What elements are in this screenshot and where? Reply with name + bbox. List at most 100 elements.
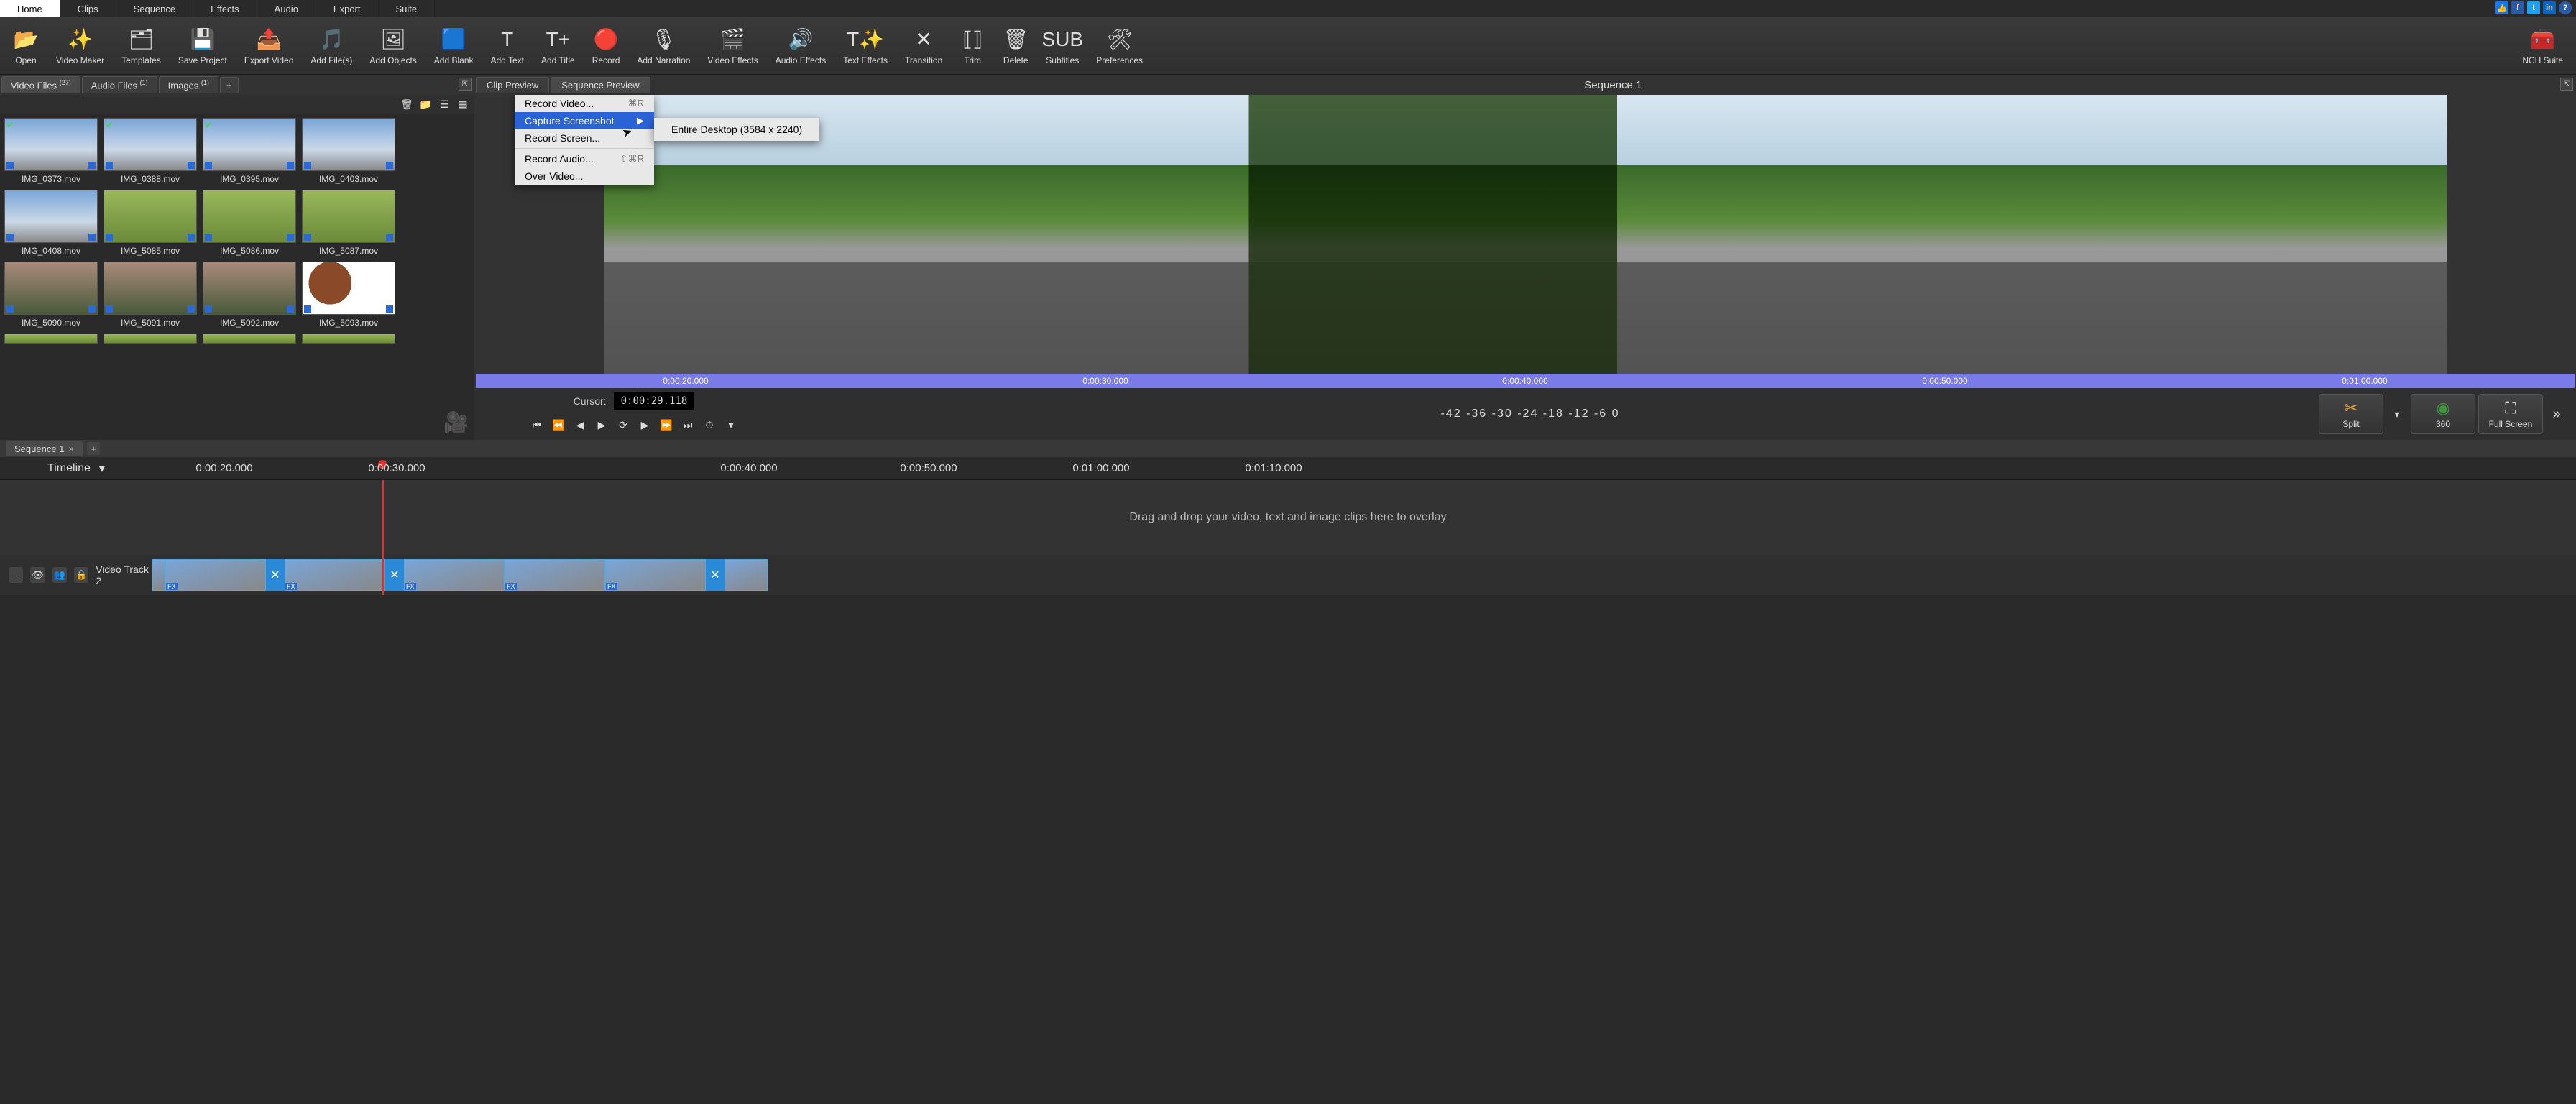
twitter-icon[interactable]: t xyxy=(2527,1,2540,14)
timeline-ruler[interactable]: 0:00:20.0000:00:30.0000:00:40.0000:00:50… xyxy=(152,457,2576,479)
menu-tab-clips[interactable]: Clips xyxy=(60,0,116,17)
list-view-icon[interactable]: ☰ xyxy=(437,97,451,111)
linkedin-icon[interactable]: in xyxy=(2543,1,2556,14)
transition-icon[interactable]: ✕ xyxy=(266,559,285,591)
tab-images[interactable]: Images (1) xyxy=(159,76,218,93)
menu-tab-home[interactable]: Home xyxy=(0,0,60,17)
step-back-icon[interactable]: ◀ xyxy=(569,414,591,436)
tab-sequence-preview[interactable]: Sequence Preview xyxy=(551,77,650,93)
tab-clip-preview[interactable]: Clip Preview xyxy=(476,77,549,93)
add-files-button[interactable]: 🎵Add File(s) xyxy=(302,24,361,68)
add-sequence-button[interactable]: + xyxy=(87,442,100,455)
tab-video-files[interactable]: Video Files (27) xyxy=(1,76,80,93)
popout-preview-icon[interactable]: ⇱ xyxy=(2560,78,2573,91)
export-video-button[interactable]: 📤Export Video xyxy=(236,24,303,68)
submenu-entire-desktop[interactable]: Entire Desktop (3584 x 2240) xyxy=(654,121,819,138)
timeline-clip[interactable]: FX xyxy=(505,559,605,591)
loop-icon[interactable]: ⟳ xyxy=(612,414,634,436)
tab-audio-files[interactable]: Audio Files (1) xyxy=(82,76,157,93)
next-frame-icon[interactable]: ⏩ xyxy=(656,414,677,436)
media-thumb[interactable] xyxy=(4,334,98,344)
video-maker-button[interactable]: ✨Video Maker xyxy=(47,24,113,68)
track-clips[interactable]: FX ✕ FX ✕ FX FX FX ✕ xyxy=(152,555,2576,595)
media-thumb[interactable]: ✔IMG_0373.mov xyxy=(4,118,98,184)
transition-button[interactable]: ✕Transition xyxy=(896,24,951,68)
media-thumb[interactable] xyxy=(302,334,395,344)
track-lock-icon[interactable]: 🔒 xyxy=(74,567,88,583)
split-dropdown-icon[interactable]: ▾ xyxy=(2386,403,2408,425)
trim-button[interactable]: ⟦⟧Trim xyxy=(951,24,994,68)
record-button[interactable]: 🔴Record xyxy=(584,24,629,68)
speed-dropdown-icon[interactable]: ▾ xyxy=(720,414,742,436)
media-thumb[interactable]: IMG_0408.mov xyxy=(4,190,98,256)
menu-item-record-screen[interactable]: Record Screen... xyxy=(515,129,654,147)
goto-end-icon[interactable]: ⏭ xyxy=(677,414,699,436)
media-thumb[interactable]: IMG_5092.mov xyxy=(203,262,296,328)
facebook-icon[interactable]: f xyxy=(2511,1,2524,14)
overlay-track[interactable]: Drag and drop your video, text and image… xyxy=(0,480,2576,555)
timeline-clip[interactable]: FX xyxy=(404,559,505,591)
timeline-dropdown-icon[interactable]: ▾ xyxy=(99,461,105,476)
menu-item-record-video[interactable]: Record Video...⌘R xyxy=(515,95,654,112)
track-visible-icon[interactable]: 👁 xyxy=(30,567,45,583)
media-thumb[interactable]: ✔IMG_0395.mov xyxy=(203,118,296,184)
media-thumb[interactable]: IMG_5086.mov xyxy=(203,190,296,256)
add-blank-button[interactable]: 🟦Add Blank xyxy=(426,24,482,68)
media-thumb[interactable]: IMG_5093.mov xyxy=(302,262,395,328)
transition-icon[interactable]: ✕ xyxy=(385,559,404,591)
audio-effects-button[interactable]: 🔊Audio Effects xyxy=(767,24,835,68)
save-project-button[interactable]: 💾Save Project xyxy=(170,24,236,68)
popout-icon[interactable]: ⇱ xyxy=(459,78,472,91)
templates-button[interactable]: 🗂Templates xyxy=(113,24,170,68)
split-button[interactable]: ✂Split xyxy=(2319,394,2383,434)
trash-icon[interactable]: 🗑 xyxy=(400,97,414,111)
media-thumb[interactable] xyxy=(104,334,197,344)
speed-icon[interactable]: ⏱ xyxy=(699,414,720,436)
menu-tab-effects[interactable]: Effects xyxy=(193,0,257,17)
add-folder-icon[interactable]: 📁 xyxy=(418,97,433,111)
goto-start-icon[interactable]: ⏮ xyxy=(526,414,548,436)
preview-scrubber[interactable]: 0:00:20.0000:00:30.0000:00:40.0000:00:50… xyxy=(476,374,2575,388)
play-icon[interactable]: ▶ xyxy=(591,414,612,436)
timeline-clip[interactable]: FX xyxy=(605,559,706,591)
menu-tab-audio[interactable]: Audio xyxy=(257,0,316,17)
360-button[interactable]: ◉360 xyxy=(2411,394,2475,434)
grid-view-icon[interactable]: ▦ xyxy=(456,97,470,111)
subtitles-button[interactable]: SUBSubtitles xyxy=(1037,24,1087,68)
add-text-button[interactable]: TAdd Text xyxy=(482,24,533,68)
add-narration-button[interactable]: 🎙Add Narration xyxy=(628,24,699,68)
step-forward-icon[interactable]: ▶ xyxy=(634,414,656,436)
open-button[interactable]: 📂Open xyxy=(4,24,47,68)
preferences-button[interactable]: 🛠Preferences xyxy=(1087,24,1151,68)
nch-suite-button[interactable]: 🧰NCH Suite xyxy=(2513,24,2572,68)
clip-fade-handle[interactable] xyxy=(152,559,165,591)
delete-button[interactable]: 🗑Delete xyxy=(994,24,1037,68)
menu-item-over-video[interactable]: Over Video... xyxy=(515,167,654,185)
add-media-tab[interactable]: + xyxy=(220,77,239,93)
media-thumb[interactable] xyxy=(203,334,296,344)
media-thumb[interactable]: IMG_5087.mov xyxy=(302,190,395,256)
timeline-clip[interactable]: FX xyxy=(165,559,266,591)
more-icon[interactable]: » xyxy=(2546,403,2567,425)
menu-tab-suite[interactable]: Suite xyxy=(379,0,436,17)
track-solo-icon[interactable]: 👥 xyxy=(52,567,67,583)
media-thumb[interactable]: IMG_5085.mov xyxy=(104,190,197,256)
help-icon[interactable]: ? xyxy=(2559,1,2572,14)
menu-tab-sequence[interactable]: Sequence xyxy=(116,0,194,17)
timeline-clip[interactable] xyxy=(724,559,768,591)
sequence-tab-1[interactable]: Sequence 1× xyxy=(6,441,83,456)
add-objects-button[interactable]: 🖼Add Objects xyxy=(361,24,425,68)
menu-item-capture-screenshot[interactable]: Capture Screenshot▶ xyxy=(515,112,654,129)
media-thumb[interactable]: IMG_5091.mov xyxy=(104,262,197,328)
timeline-clip[interactable]: FX xyxy=(285,559,385,591)
media-thumb[interactable]: IMG_0403.mov xyxy=(302,118,395,184)
preview-viewport[interactable] xyxy=(604,95,2447,374)
media-thumb[interactable]: IMG_5090.mov xyxy=(4,262,98,328)
menu-item-record-audio[interactable]: Record Audio...⇧⌘R xyxy=(515,150,654,167)
close-tab-icon[interactable]: × xyxy=(68,443,74,454)
track-collapse-icon[interactable]: – xyxy=(9,567,23,583)
fullscreen-button[interactable]: ⛶Full Screen xyxy=(2478,394,2543,434)
prev-frame-icon[interactable]: ⏪ xyxy=(548,414,569,436)
thumbs-up-icon[interactable]: 👍 xyxy=(2496,1,2508,14)
media-thumb[interactable]: ✔IMG_0388.mov xyxy=(104,118,197,184)
